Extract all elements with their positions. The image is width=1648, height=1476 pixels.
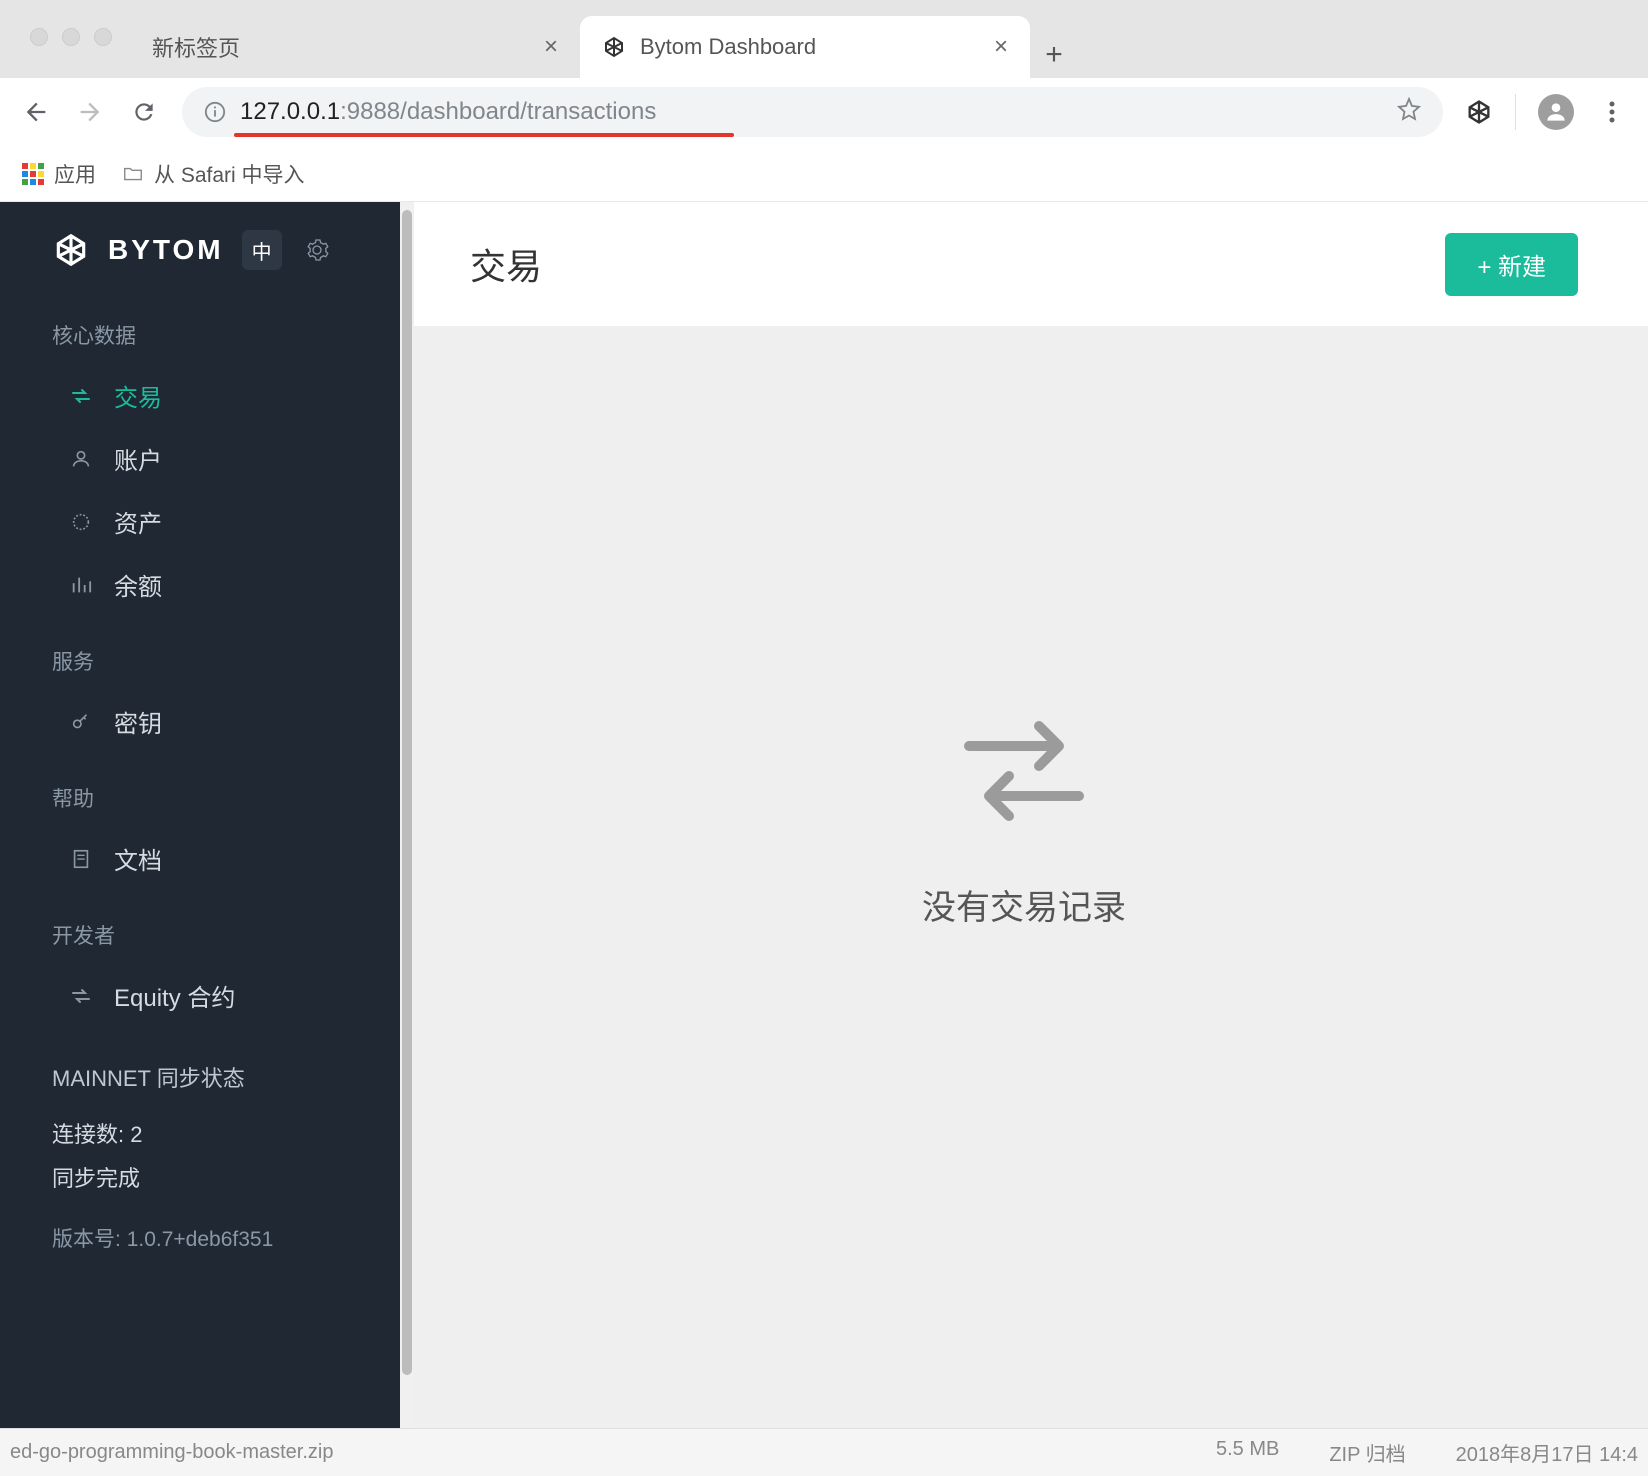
logo-text: BYTOM (108, 234, 224, 266)
empty-swap-icon (949, 706, 1099, 836)
sidebar-header: BYTOM 中 (0, 202, 400, 290)
key-icon (68, 709, 94, 735)
status-version: 版本号: 1.0.7+deb6f351 (52, 1219, 348, 1261)
tab-new-tab[interactable]: 新标签页 × (130, 16, 580, 78)
sidebar-item-equity[interactable]: Equity 合约 (0, 964, 400, 1027)
chart-icon (68, 572, 94, 598)
sidebar-item-label: 账户 (114, 441, 162, 476)
tab-bar: 新标签页 × Bytom Dashboard × + (0, 0, 1648, 78)
back-button[interactable] (20, 96, 52, 128)
sidebar-item-label: 资产 (114, 504, 162, 539)
apps-button[interactable]: 应用 (22, 159, 96, 189)
scrollbar[interactable] (400, 202, 414, 1428)
forward-button[interactable] (74, 96, 106, 128)
status-sync: 同步完成 (52, 1157, 348, 1201)
sidebar-item-docs[interactable]: 文档 (0, 827, 400, 890)
minimize-window[interactable] (62, 28, 80, 46)
sidebar: BYTOM 中 核心数据 交易 账户 资产 余额 (0, 202, 400, 1428)
section-services: 服务 (0, 616, 400, 690)
profile-button[interactable] (1538, 94, 1574, 130)
sidebar-item-keys[interactable]: 密钥 (0, 690, 400, 753)
main-content: 交易 + 新建 没有交易记录 (400, 202, 1648, 1428)
url-text: 127.0.0.1:9888/dashboard/transactions (240, 98, 656, 126)
section-help: 帮助 (0, 753, 400, 827)
info-icon (204, 101, 226, 123)
empty-message: 没有交易记录 (922, 880, 1126, 929)
download-type: ZIP 归档 (1329, 1438, 1405, 1467)
section-developer: 开发者 (0, 890, 400, 964)
sidebar-item-accounts[interactable]: 账户 (0, 427, 400, 490)
doc-icon (68, 846, 94, 872)
close-window[interactable] (30, 28, 48, 46)
download-filename: ed-go-programming-book-master.zip (10, 1441, 1176, 1464)
sidebar-item-label: 文档 (114, 841, 162, 876)
tab-bytom-dashboard[interactable]: Bytom Dashboard × (580, 16, 1030, 78)
status-heading: MAINNET 同步状态 (52, 1057, 348, 1101)
status-connections: 连接数: 2 (52, 1113, 348, 1157)
sidebar-item-assets[interactable]: 资产 (0, 490, 400, 553)
section-core-data: 核心数据 (0, 290, 400, 364)
download-bar: ed-go-programming-book-master.zip 5.5 MB… (0, 1428, 1648, 1476)
window-controls (30, 28, 112, 46)
menu-button[interactable] (1596, 96, 1628, 128)
tab-title: Bytom Dashboard (640, 34, 816, 60)
sync-status-panel: MAINNET 同步状态 连接数: 2 同步完成 版本号: 1.0.7+deb6… (0, 1027, 400, 1291)
language-toggle[interactable]: 中 (242, 230, 282, 270)
apps-label: 应用 (54, 159, 96, 189)
settings-button[interactable] (300, 233, 334, 267)
maximize-window[interactable] (94, 28, 112, 46)
new-button[interactable]: + 新建 (1445, 233, 1578, 296)
nav-bar: 127.0.0.1:9888/dashboard/transactions (0, 78, 1648, 146)
tab-favicon (602, 35, 626, 59)
download-date: 2018年8月17日 14:4 (1456, 1438, 1638, 1467)
bookmark-label: 从 Safari 中导入 (154, 159, 305, 189)
sidebar-item-label: 交易 (114, 378, 162, 413)
bookmark-bar: 应用 从 Safari 中导入 (0, 146, 1648, 202)
url-bar[interactable]: 127.0.0.1:9888/dashboard/transactions (182, 87, 1443, 137)
bookmark-star-icon[interactable] (1397, 97, 1421, 128)
bytom-logo-icon (52, 231, 90, 269)
sidebar-item-label: 余额 (114, 567, 162, 602)
sidebar-item-label: 密钥 (114, 704, 162, 739)
tab-title: 新标签页 (152, 31, 240, 63)
folder-icon (122, 163, 144, 185)
tab-close-icon[interactable]: × (994, 33, 1008, 61)
extension-bytom-icon[interactable] (1465, 98, 1493, 126)
empty-state: 没有交易记录 (400, 326, 1648, 1428)
gear-icon (305, 238, 329, 262)
divider (1515, 94, 1516, 130)
main-header: 交易 + 新建 (400, 202, 1648, 326)
reload-button[interactable] (128, 96, 160, 128)
apps-icon (22, 163, 44, 185)
sidebar-item-balances[interactable]: 余额 (0, 553, 400, 616)
swap-icon (68, 383, 94, 409)
sidebar-item-label: Equity 合约 (114, 978, 235, 1013)
url-annotation (234, 133, 734, 137)
download-size: 5.5 MB (1216, 1438, 1279, 1467)
circle-icon (68, 509, 94, 535)
tab-close-icon[interactable]: × (544, 33, 558, 61)
person-icon (68, 446, 94, 472)
bookmark-safari-import[interactable]: 从 Safari 中导入 (122, 159, 305, 189)
sidebar-item-transactions[interactable]: 交易 (0, 364, 400, 427)
new-tab-button[interactable]: + (1030, 38, 1078, 78)
swap-icon (68, 983, 94, 1009)
page-title: 交易 (470, 238, 542, 290)
